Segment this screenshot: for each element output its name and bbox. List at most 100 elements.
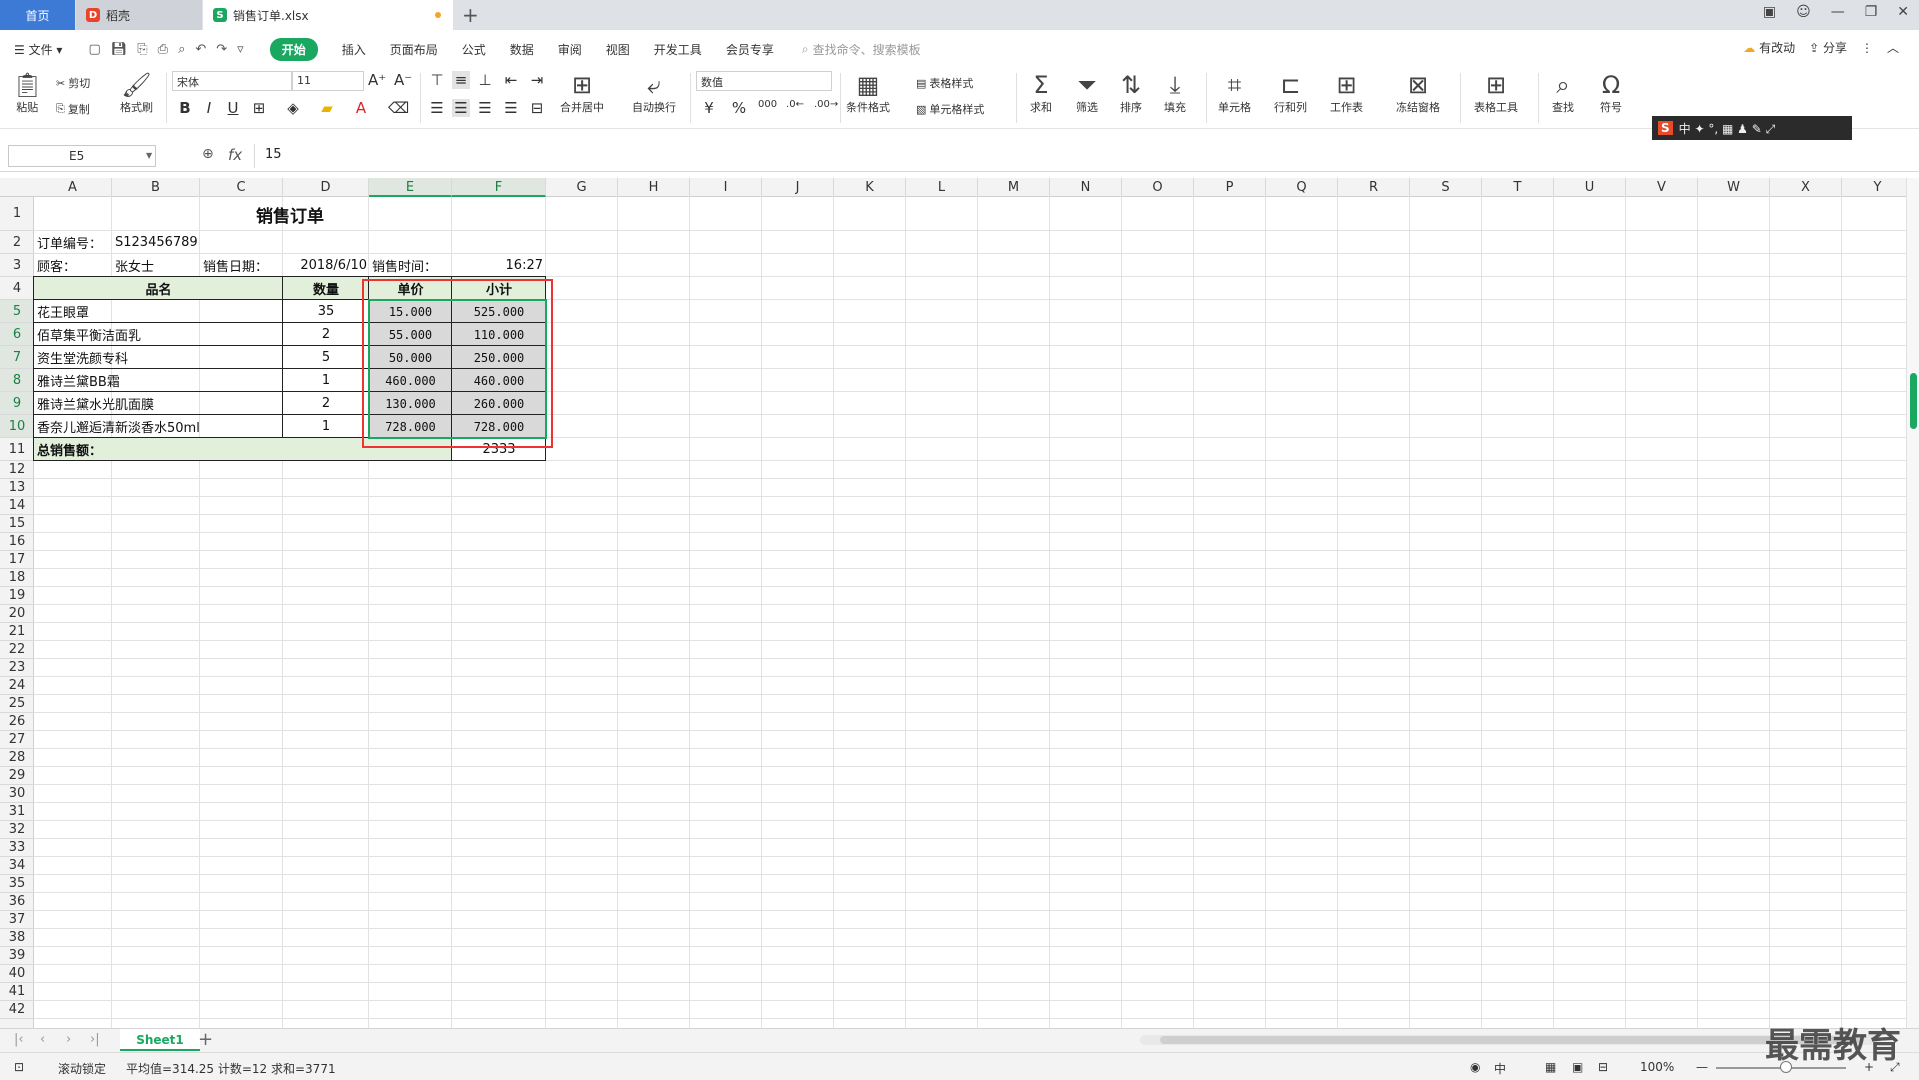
item-subtotal[interactable]: 260.000: [452, 392, 546, 415]
vertical-scroll-thumb[interactable]: [1910, 373, 1917, 429]
menu-review[interactable]: 审阅: [558, 41, 582, 58]
cell-area[interactable]: 销售订单 订单编号： S123456789 顾客： 张女士 销售日期： 2018…: [33, 197, 1906, 1028]
sale-date[interactable]: 2018/6/10: [283, 254, 370, 277]
row-header[interactable]: 29: [0, 767, 34, 785]
menu-view[interactable]: 视图: [606, 41, 630, 58]
customer-label[interactable]: 顾客：: [34, 254, 112, 277]
order-number[interactable]: S123456789: [112, 231, 232, 254]
column-header[interactable]: U: [1554, 178, 1626, 197]
item-subtotal[interactable]: 525.000: [452, 300, 546, 323]
row-header[interactable]: 22: [0, 641, 34, 659]
sum-button[interactable]: Σ 求和: [1030, 71, 1052, 115]
row-header[interactable]: 39: [0, 947, 34, 965]
undo-icon[interactable]: ↶: [195, 42, 206, 57]
justify-icon[interactable]: ☰: [502, 99, 520, 117]
column-header[interactable]: I: [690, 178, 762, 197]
row-header[interactable]: 16: [0, 533, 34, 551]
page-layout-view-icon[interactable]: ▣: [1572, 1060, 1583, 1074]
align-middle-icon[interactable]: ≡: [452, 71, 470, 89]
save-icon[interactable]: 💾︎: [111, 42, 128, 57]
print-icon[interactable]: ⎙: [158, 42, 168, 57]
column-header[interactable]: R: [1338, 178, 1410, 197]
tab-home[interactable]: 首页: [0, 0, 75, 30]
preview-icon[interactable]: ⌕: [178, 42, 185, 57]
thousands-icon[interactable]: 000: [758, 99, 777, 110]
border-icon[interactable]: ⊞: [250, 99, 268, 117]
row-header[interactable]: 7: [0, 346, 34, 369]
cloud-sync-status[interactable]: ☁ 有改动: [1743, 39, 1795, 56]
zoom-out-icon[interactable]: —: [1696, 1060, 1708, 1074]
number-format-select[interactable]: 数值: [696, 71, 832, 91]
item-name[interactable]: 雅诗兰黛BB霜: [34, 369, 283, 392]
item-qty[interactable]: 1: [283, 415, 369, 438]
column-header[interactable]: B: [112, 178, 200, 197]
column-header[interactable]: Q: [1266, 178, 1338, 197]
row-header[interactable]: 25: [0, 695, 34, 713]
item-name[interactable]: 雅诗兰黛水光肌面膜: [34, 392, 283, 415]
row-header[interactable]: 10: [0, 415, 34, 438]
font-name-select[interactable]: 宋体: [172, 71, 292, 91]
close-button[interactable]: ✕: [1897, 4, 1909, 20]
item-price[interactable]: 460.000: [369, 369, 452, 392]
row-header[interactable]: 23: [0, 659, 34, 677]
column-header[interactable]: C: [200, 178, 283, 197]
row-header[interactable]: 19: [0, 587, 34, 605]
menu-home[interactable]: 开始: [269, 37, 318, 61]
row-header[interactable]: 6: [0, 323, 34, 346]
row-header[interactable]: 40: [0, 965, 34, 983]
normal-view-icon[interactable]: ▦: [1545, 1060, 1556, 1074]
column-header[interactable]: K: [834, 178, 906, 197]
item-price[interactable]: 50.000: [369, 346, 452, 369]
next-sheet-icon[interactable]: ›: [66, 1032, 71, 1047]
column-header[interactable]: S: [1410, 178, 1482, 197]
row-header[interactable]: 42: [0, 1001, 34, 1019]
cell-style-button[interactable]: ▧ 单元格样式: [916, 101, 984, 117]
spreadsheet-grid[interactable]: ABCDEFGHIJKLMNOPQRSTUVWXY 1 2 3 4 5 6 7 8 9 10 11 1…: [0, 178, 1906, 1028]
item-subtotal[interactable]: 460.000: [452, 369, 546, 392]
menu-formula[interactable]: 公式: [462, 41, 486, 58]
column-header[interactable]: A: [34, 178, 112, 197]
italic-icon[interactable]: I: [200, 99, 218, 117]
row-header[interactable]: 5: [0, 300, 34, 323]
tab-document[interactable]: S 销售订单.xlsx: [203, 0, 453, 30]
fill-button[interactable]: ⤓ 填充: [1164, 71, 1186, 115]
reader-mode-icon[interactable]: ▣: [1763, 4, 1776, 20]
minimize-button[interactable]: —: [1831, 4, 1845, 20]
zoom-formula-icon[interactable]: ⊕: [202, 146, 214, 162]
column-header[interactable]: P: [1194, 178, 1266, 197]
order-label[interactable]: 订单编号：: [34, 231, 112, 254]
row-header[interactable]: 20: [0, 605, 34, 623]
column-header[interactable]: E: [369, 178, 452, 197]
column-header[interactable]: J: [762, 178, 834, 197]
row-header[interactable]: 38: [0, 929, 34, 947]
row-header[interactable]: 4: [0, 277, 34, 300]
row-header[interactable]: 34: [0, 857, 34, 875]
align-left-icon[interactable]: ☰: [428, 99, 446, 117]
ime-toolbar[interactable]: S 中 ✦ °, ▦ ♟ ✎ ⤢: [1652, 116, 1852, 140]
row-header[interactable]: 15: [0, 515, 34, 533]
vertical-scrollbar[interactable]: [1906, 178, 1919, 1028]
item-name[interactable]: 香奈儿邂逅清新淡香水50ml: [34, 415, 283, 438]
export-icon[interactable]: ⎘: [137, 42, 147, 57]
row-header[interactable]: 12: [0, 461, 34, 479]
clear-format-icon[interactable]: ⌫: [388, 99, 409, 117]
menu-page-layout[interactable]: 页面布局: [390, 41, 438, 58]
new-doc-icon[interactable]: ▢: [88, 42, 100, 57]
header-price[interactable]: 单价: [369, 277, 452, 300]
conditional-format-button[interactable]: ▦ 条件格式: [846, 71, 890, 115]
column-header[interactable]: H: [618, 178, 690, 197]
sort-button[interactable]: ⇅ 排序: [1120, 71, 1142, 115]
align-bottom-icon[interactable]: ⊥: [476, 71, 494, 89]
filter-button[interactable]: ⏷ 筛选: [1076, 71, 1098, 115]
sheet-title[interactable]: 销售订单: [34, 197, 546, 231]
column-header[interactable]: L: [906, 178, 978, 197]
distribute-icon[interactable]: ⊟: [528, 99, 546, 117]
dec-decimal-icon[interactable]: .00→: [814, 99, 838, 110]
first-sheet-icon[interactable]: |‹: [14, 1032, 24, 1047]
worksheet-button[interactable]: ⊞ 工作表: [1330, 71, 1363, 115]
font-color-icon[interactable]: A: [352, 99, 370, 117]
item-name[interactable]: 资生堂洗颜专科: [34, 346, 283, 369]
date-label[interactable]: 销售日期：: [200, 254, 284, 277]
row-header[interactable]: 36: [0, 893, 34, 911]
total-label[interactable]: 总销售额：: [34, 438, 283, 461]
